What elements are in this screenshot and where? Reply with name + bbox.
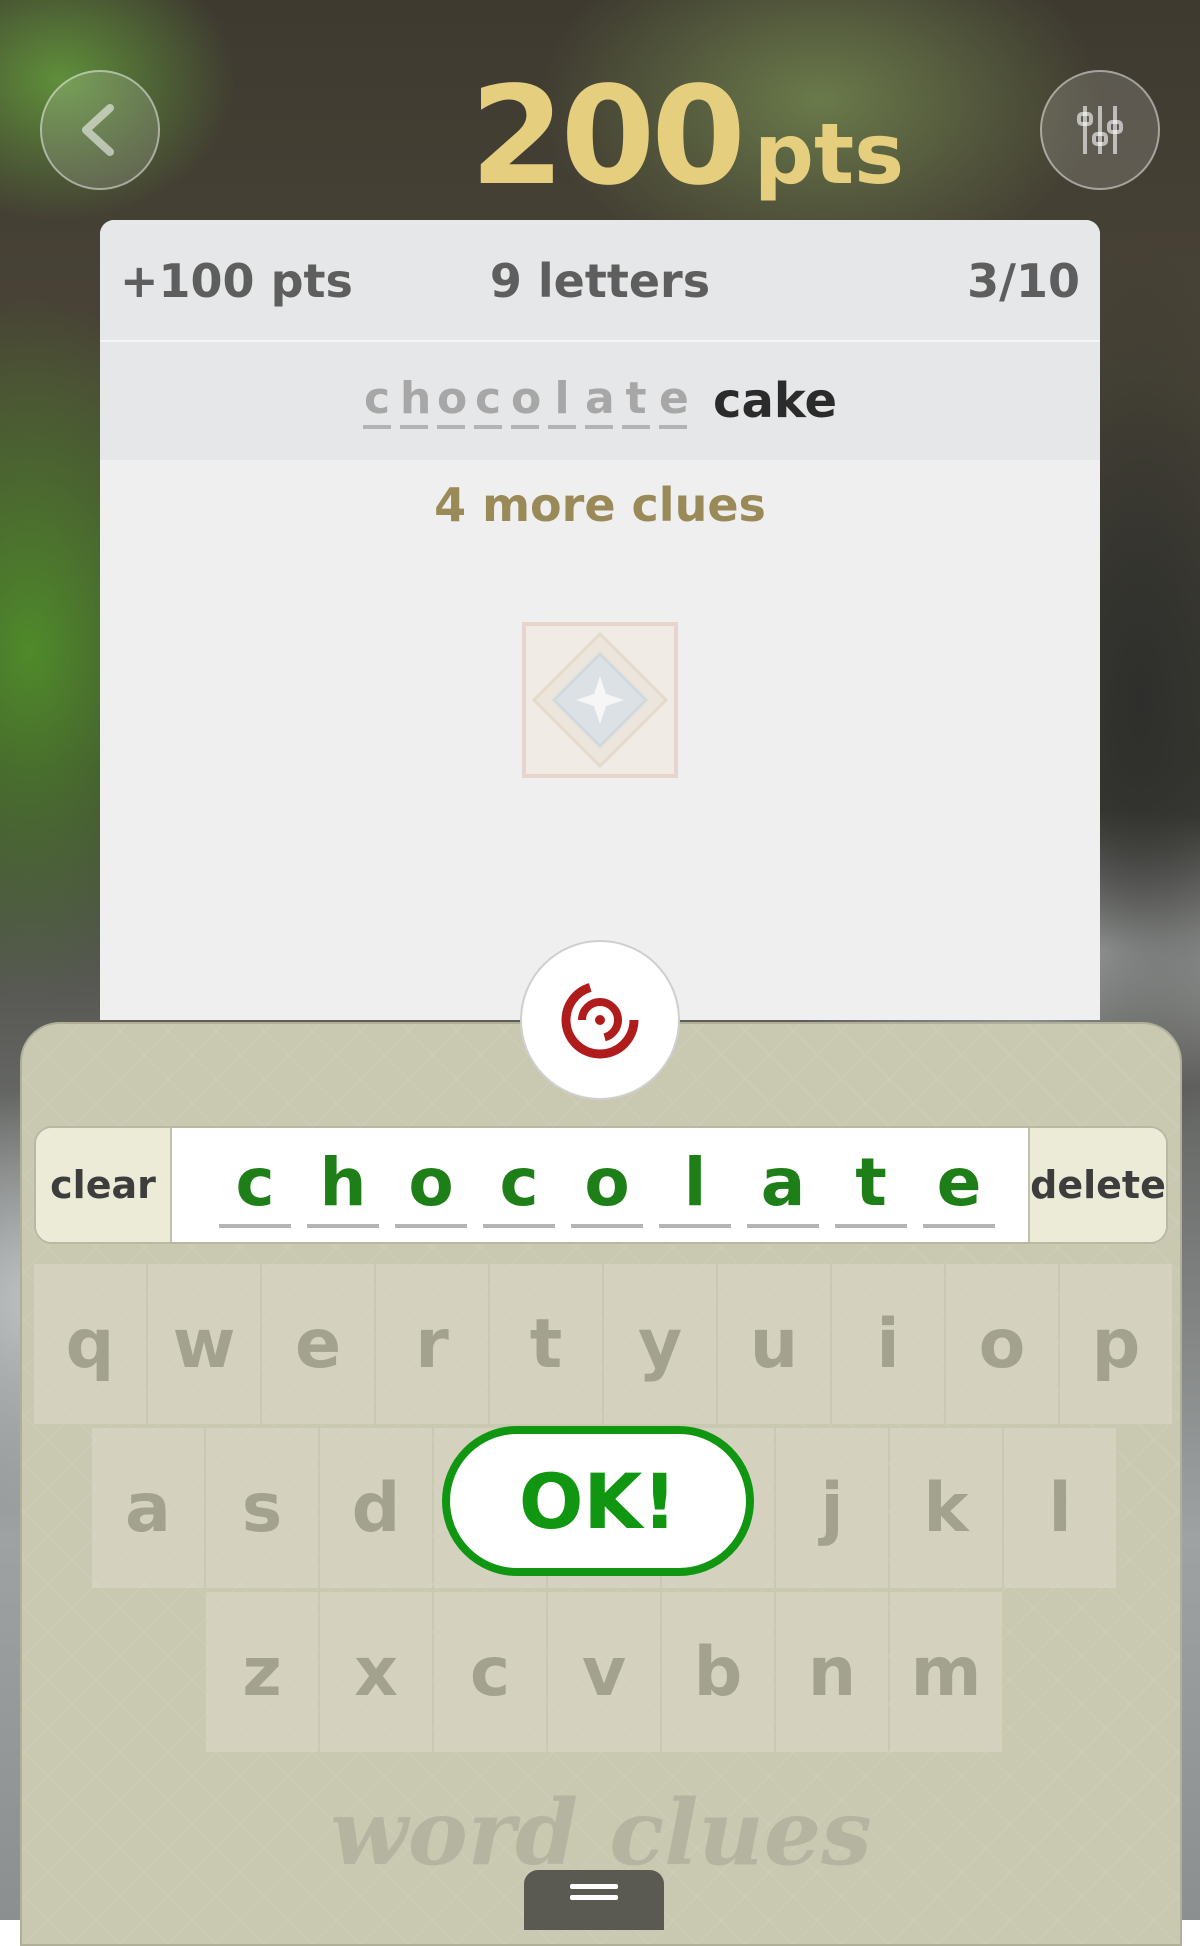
key-s[interactable]: s	[206, 1428, 318, 1588]
key-w[interactable]: w	[148, 1264, 260, 1424]
keyboard-panel: clear c h o c o l a t e delete q w e r t…	[20, 1022, 1182, 1946]
clue-answer-letters: c h o c o l a t e	[362, 373, 689, 429]
keyboard-row-3: z x c v b n m	[206, 1592, 1004, 1752]
clue-letter: a	[584, 373, 615, 429]
ornament-icon	[520, 620, 680, 780]
back-button[interactable]	[40, 70, 160, 190]
key-c[interactable]: c	[434, 1592, 546, 1752]
entry-letter: o	[395, 1142, 467, 1228]
answer-entry: clear c h o c o l a t e delete	[34, 1126, 1168, 1244]
key-d[interactable]: d	[320, 1428, 432, 1588]
key-n[interactable]: n	[776, 1592, 888, 1752]
clue-letter: t	[621, 373, 650, 429]
clear-button[interactable]: clear	[36, 1128, 172, 1242]
clue-letter: e	[658, 373, 689, 429]
keyboard-row-1: q w e r t y u i o p	[34, 1264, 1174, 1424]
key-m[interactable]: m	[890, 1592, 1002, 1752]
clue-card: +100 pts 9 letters 3/10 c h o c o l a t …	[100, 220, 1100, 1020]
key-i[interactable]: i	[832, 1264, 944, 1424]
entry-letter: o	[571, 1142, 643, 1228]
key-t[interactable]: t	[490, 1264, 602, 1424]
key-p[interactable]: p	[1060, 1264, 1172, 1424]
clue-letter: c	[473, 373, 502, 429]
entry-letter: a	[747, 1142, 819, 1228]
clue-letter: o	[510, 373, 541, 429]
clue-letter: o	[436, 373, 467, 429]
clue-letter: h	[399, 373, 431, 429]
score-unit: pts	[753, 105, 905, 203]
key-y[interactable]: y	[604, 1264, 716, 1424]
key-z[interactable]: z	[206, 1592, 318, 1752]
clue-word: cake	[712, 373, 838, 429]
key-j[interactable]: j	[776, 1428, 888, 1588]
key-e[interactable]: e	[262, 1264, 374, 1424]
clue-letter: l	[547, 373, 576, 429]
menu-tab[interactable]	[524, 1870, 664, 1930]
key-u[interactable]: u	[718, 1264, 830, 1424]
key-k[interactable]: k	[890, 1428, 1002, 1588]
entry-letter: e	[923, 1142, 995, 1228]
entry-letter: h	[307, 1142, 379, 1228]
key-v[interactable]: v	[548, 1592, 660, 1752]
key-a[interactable]: a	[92, 1428, 204, 1588]
settings-button[interactable]	[1040, 70, 1160, 190]
clue-row: c h o c o l a t e cake	[100, 342, 1100, 460]
key-x[interactable]: x	[320, 1592, 432, 1752]
score-display: 200 pts	[470, 58, 904, 216]
ok-button[interactable]: OK!	[442, 1426, 754, 1576]
entry-letters: c h o c o l a t e	[192, 1128, 1022, 1242]
progress-counter: 3/10	[967, 254, 1080, 308]
card-header: +100 pts 9 letters 3/10 c h o c o l a t …	[100, 220, 1100, 460]
word-length: 9 letters	[489, 254, 711, 308]
entry-letter: c	[219, 1142, 291, 1228]
score-value: 200	[470, 58, 746, 216]
entry-letter: l	[659, 1142, 731, 1228]
entry-letter: t	[835, 1142, 907, 1228]
hint-logo-button[interactable]	[520, 940, 680, 1100]
entry-letter: c	[483, 1142, 555, 1228]
key-l[interactable]: l	[1004, 1428, 1116, 1588]
delete-button[interactable]: delete	[1028, 1128, 1166, 1242]
key-r[interactable]: r	[376, 1264, 488, 1424]
stats-bar: +100 pts 9 letters 3/10	[100, 220, 1100, 342]
clue-letter: c	[362, 373, 391, 429]
key-o[interactable]: o	[946, 1264, 1058, 1424]
key-b[interactable]: b	[662, 1592, 774, 1752]
more-clues-label: 4 more clues	[434, 478, 766, 532]
key-q[interactable]: q	[34, 1264, 146, 1424]
